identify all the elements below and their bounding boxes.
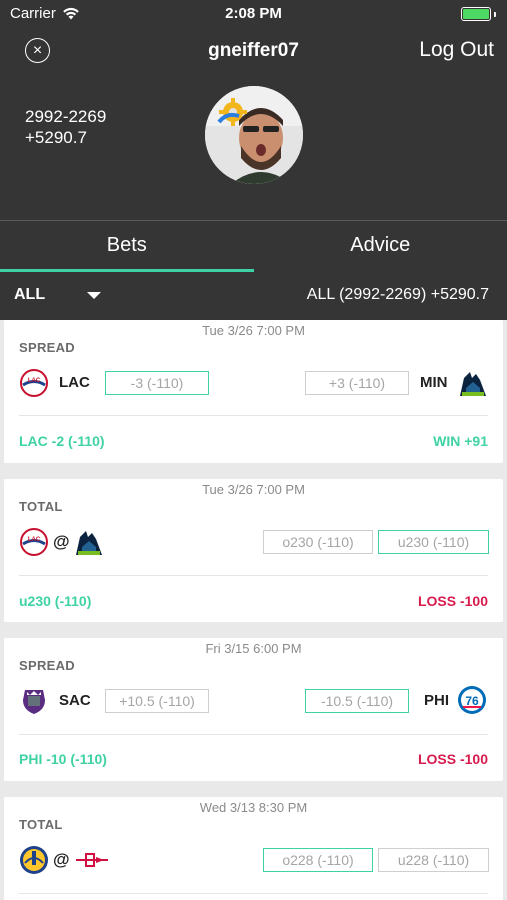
filter-summary: ALL (2992-2269) +5290.7	[306, 286, 489, 303]
bet-type: TOTAL	[19, 817, 63, 832]
tab-bets[interactable]: Bets	[0, 221, 254, 272]
bet-card: Tue 3/26 7:00 PM SPREAD LAC LAC -3 (-110…	[4, 320, 503, 463]
bet-result: WIN +91	[433, 433, 488, 449]
clippers-logo: LAC	[20, 528, 48, 556]
clippers-logo: LAC	[20, 369, 48, 397]
home-line-button[interactable]: -10.5 (-110)	[305, 689, 409, 713]
at-symbol: @	[53, 532, 70, 551]
logout-button[interactable]: Log Out	[419, 38, 494, 62]
card-divider	[19, 893, 488, 894]
bet-card: Fri 3/15 6:00 PM SPREAD SAC +10.5 (-110)…	[4, 638, 503, 781]
bet-date: Tue 3/26 7:00 PM	[202, 323, 305, 338]
record-value: 2992-2269	[25, 107, 107, 126]
chevron-down-icon	[87, 291, 102, 299]
filter-dropdown[interactable]: ALL	[14, 286, 102, 304]
bet-pick: LAC -2 (-110)	[19, 433, 105, 449]
bet-pick: u230 (-110)	[19, 593, 92, 609]
bet-type: SPREAD	[19, 340, 75, 355]
filter-selected-label: ALL	[14, 286, 46, 303]
card-divider	[19, 575, 488, 576]
away-line-button[interactable]: +10.5 (-110)	[105, 689, 209, 713]
76ers-logo: 76	[458, 686, 486, 714]
bet-result: LOSS -100	[417, 751, 488, 767]
filter-row: ALL ALL (2992-2269) +5290.7	[0, 272, 507, 320]
under-line-button[interactable]: u230 (-110)	[378, 530, 489, 554]
timberwolves-logo	[460, 372, 486, 396]
bet-type: SPREAD	[19, 658, 75, 673]
bet-date: Fri 3/15 6:00 PM	[205, 641, 302, 656]
bet-card: Tue 3/26 7:00 PM TOTAL LAC @ o230 (-110)…	[4, 479, 503, 622]
avatar[interactable]	[205, 86, 303, 184]
battery-icon	[461, 6, 501, 22]
profile-header: Carrier 2:08 PM × gneiffer07 Log Out 299…	[0, 0, 507, 320]
bet-card: Wed 3/13 8:30 PM TOTAL @ o228 (-110) u22…	[4, 797, 503, 900]
warriors-logo	[20, 846, 48, 874]
bet-date: Tue 3/26 7:00 PM	[202, 482, 305, 497]
at-symbol: @	[53, 850, 70, 869]
bet-pick: PHI -10 (-110)	[19, 751, 107, 767]
avatar-image	[205, 86, 303, 184]
user-record: 2992-2269 +5290.7	[25, 106, 106, 148]
away-team: LAC	[59, 374, 90, 391]
over-line-button[interactable]: o228 (-110)	[263, 848, 373, 872]
tab-advice[interactable]: Advice	[254, 221, 507, 272]
timberwolves-logo	[76, 531, 102, 555]
bet-type: TOTAL	[19, 499, 63, 514]
profit-value: +5290.7	[25, 128, 87, 147]
away-team: SAC	[59, 692, 91, 709]
over-line-button[interactable]: o230 (-110)	[263, 530, 373, 554]
card-divider	[19, 415, 488, 416]
kings-logo	[23, 690, 45, 714]
away-line-button[interactable]: -3 (-110)	[105, 371, 209, 395]
svg-text:LAC: LAC	[28, 378, 41, 384]
svg-text:76: 76	[465, 694, 479, 708]
tab-bar: Bets Advice	[0, 220, 507, 272]
bet-date: Wed 3/13 8:30 PM	[199, 800, 308, 815]
rockets-logo	[76, 853, 108, 867]
svg-text:LAC: LAC	[28, 537, 41, 543]
home-line-button[interactable]: +3 (-110)	[305, 371, 409, 395]
card-divider	[19, 734, 488, 735]
home-team: MIN	[420, 374, 448, 391]
status-bar: Carrier 2:08 PM	[0, 0, 507, 28]
bet-result: LOSS -100	[417, 593, 488, 609]
home-team: PHI	[424, 692, 450, 709]
under-line-button[interactable]: u228 (-110)	[378, 848, 489, 872]
status-time: 2:08 PM	[225, 5, 282, 22]
